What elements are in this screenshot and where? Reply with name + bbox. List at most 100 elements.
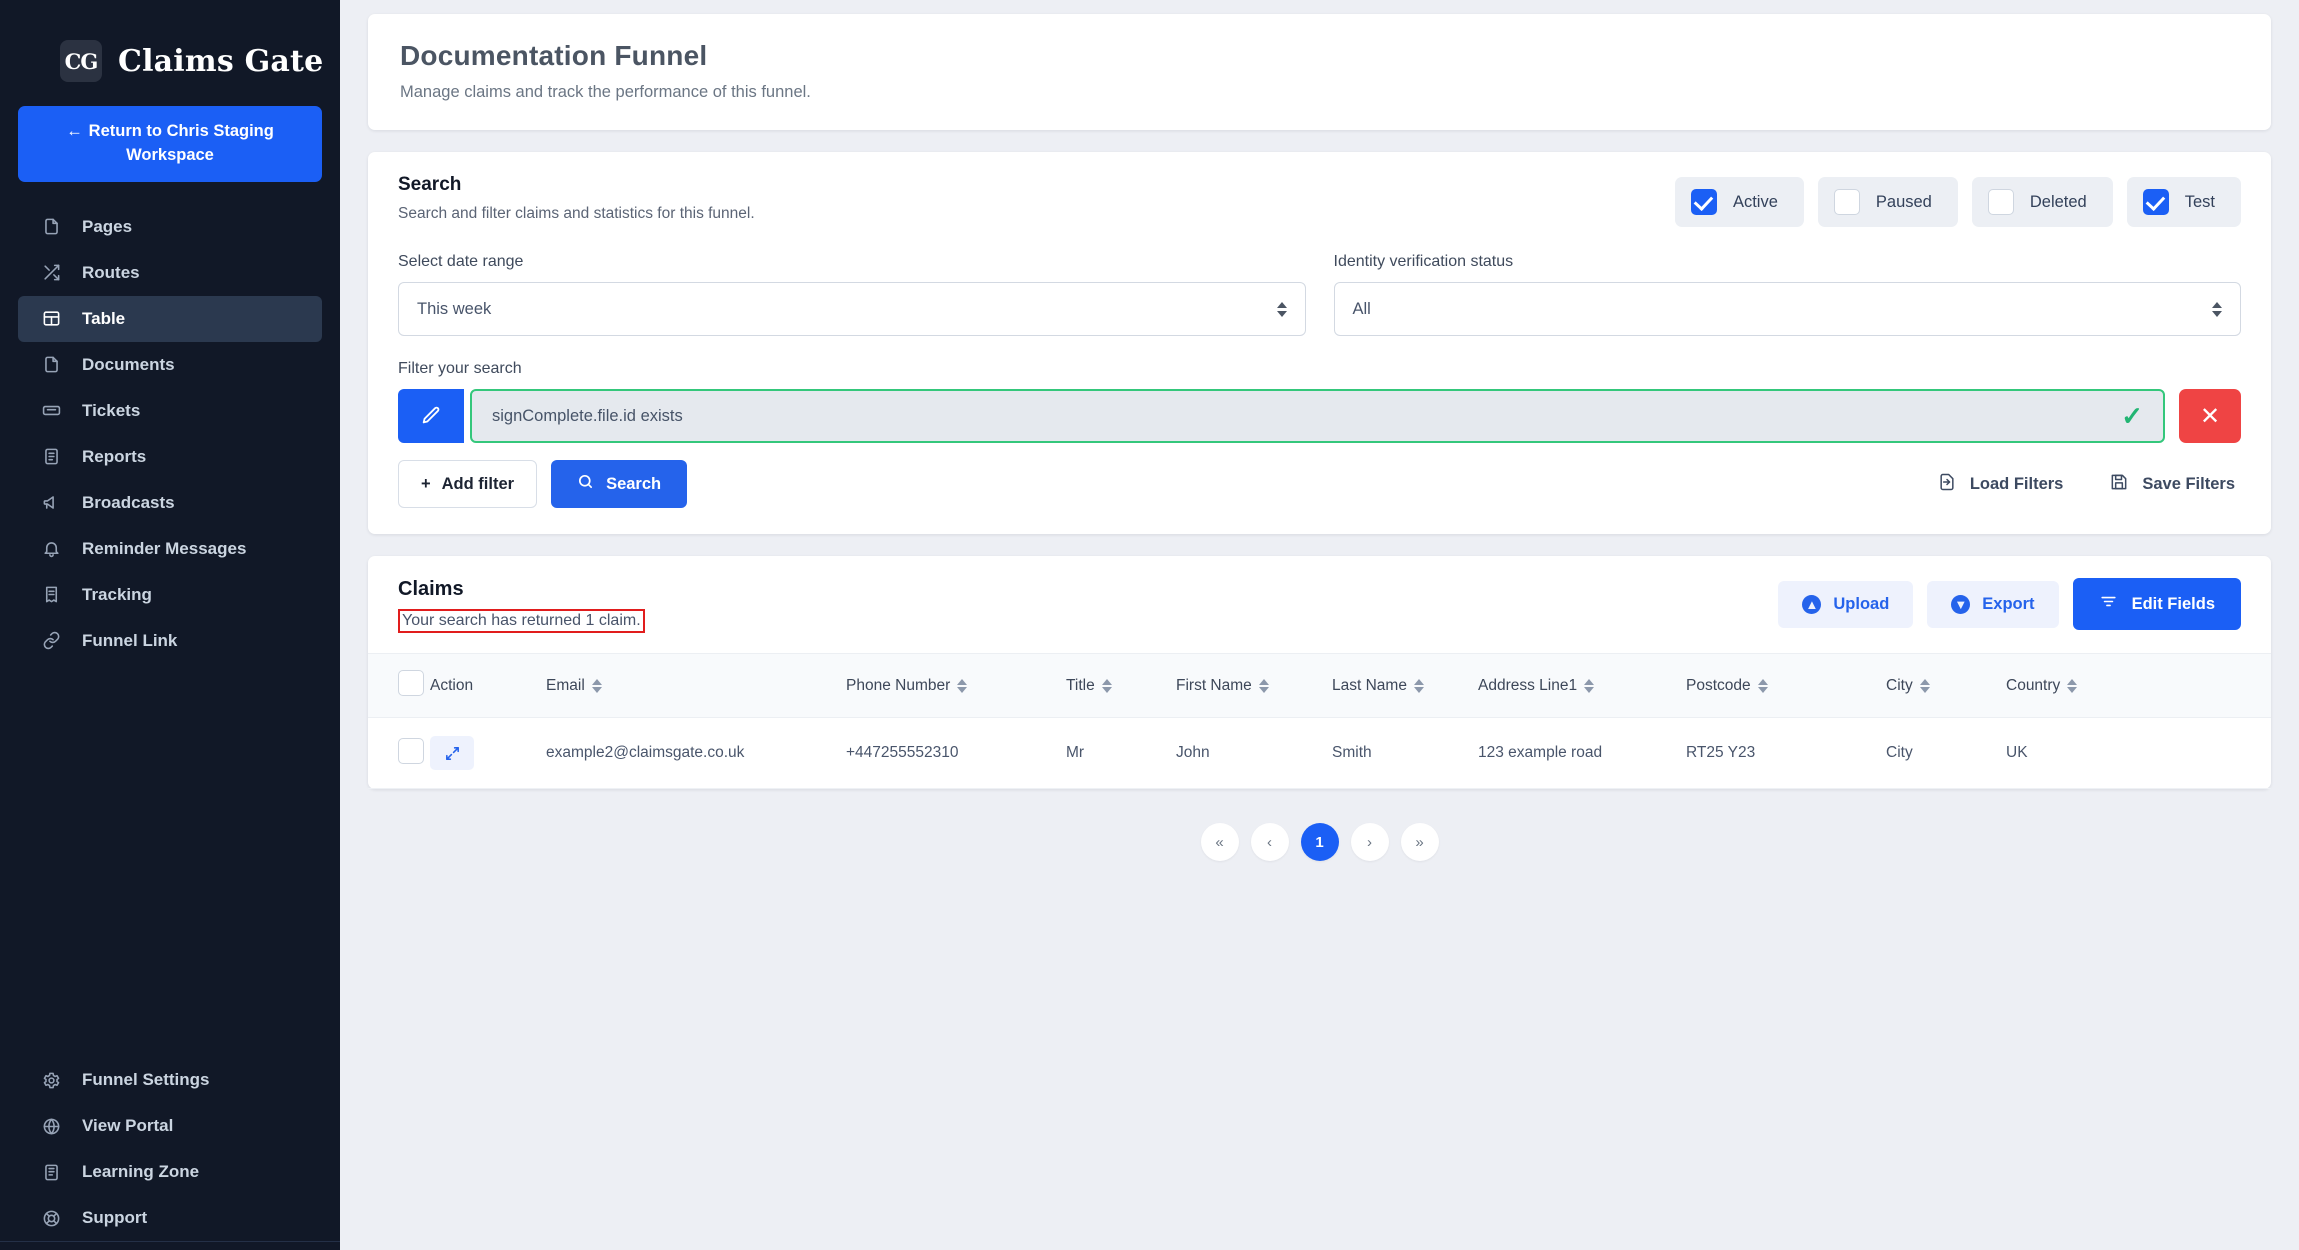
- sidebar-item-label: Funnel Link: [82, 630, 178, 650]
- checkbox-active[interactable]: [1690, 189, 1717, 215]
- column-header-title[interactable]: Title: [1066, 654, 1176, 718]
- column-header-last-name[interactable]: Last Name: [1332, 654, 1478, 718]
- column-header-first-name[interactable]: First Name: [1176, 654, 1332, 718]
- cell-last-name: Smith: [1332, 744, 1372, 761]
- sidebar-item-funnel-link[interactable]: Funnel Link: [18, 618, 322, 664]
- add-filter-button[interactable]: + Add filter: [398, 460, 538, 508]
- delete-filter-button[interactable]: ✕: [2179, 389, 2241, 443]
- sidebar-item-label: Reminder Messages: [82, 538, 247, 558]
- sidebar-bottom-nav: Funnel Settings View Portal Learning Zon…: [0, 1057, 340, 1250]
- pagination-first[interactable]: «: [1200, 823, 1239, 861]
- sidebar-item-pages[interactable]: Pages: [18, 204, 322, 250]
- load-file-icon: [1937, 472, 1957, 497]
- column-header-address-line1[interactable]: Address Line1: [1478, 654, 1686, 718]
- save-filters-button[interactable]: Save Filters: [2109, 472, 2235, 497]
- column-label: Email: [546, 676, 585, 694]
- sort-icon[interactable]: [1101, 678, 1112, 693]
- filter-input[interactable]: signComplete.file.id exists ✓: [470, 389, 2165, 443]
- sort-icon[interactable]: [1258, 678, 1269, 693]
- sort-icon[interactable]: [1757, 678, 1768, 693]
- claims-table-body: example2@claimsgate.co.uk +447255552310 …: [368, 718, 2271, 789]
- cell-postcode: RT25 Y23: [1686, 744, 1756, 761]
- sort-icon[interactable]: [1413, 678, 1424, 693]
- download-icon: ▼: [1951, 594, 1971, 614]
- edit-fields-label: Edit Fields: [2131, 594, 2215, 613]
- sidebar-item-label: Reports: [82, 446, 147, 466]
- sort-icon[interactable]: [957, 678, 968, 693]
- checkbox-test[interactable]: [2142, 189, 2169, 215]
- identity-status-select[interactable]: All: [1333, 282, 2241, 336]
- sidebar-item-label: Pages: [82, 216, 133, 236]
- date-range-label: Select date range: [398, 253, 524, 270]
- sidebar-item-support[interactable]: Support: [18, 1195, 322, 1241]
- filter-value: signComplete.file.id exists: [492, 406, 683, 425]
- chip-label: Active: [1732, 192, 1778, 211]
- status-chip-paused[interactable]: Paused: [1817, 177, 1958, 227]
- identity-status-field: Identity verification status All: [1333, 253, 2241, 336]
- main-content: Documentation Funnel Manage claims and t…: [340, 0, 2299, 1250]
- edit-fields-button[interactable]: Edit Fields: [2072, 578, 2241, 630]
- globe-icon: [40, 1115, 62, 1137]
- cell-email: example2@claimsgate.co.uk: [546, 744, 745, 761]
- pagination-next[interactable]: ›: [1350, 823, 1389, 861]
- sidebar-item-view-portal[interactable]: View Portal: [18, 1103, 322, 1149]
- upload-button[interactable]: ▲ Upload: [1778, 580, 1914, 628]
- sort-icon[interactable]: [1919, 678, 1930, 693]
- date-range-value: This week: [417, 299, 492, 318]
- pagination-page-1[interactable]: 1: [1300, 823, 1339, 861]
- search-result-count: Your search has returned 1 claim.: [398, 609, 645, 633]
- sort-icon[interactable]: [1584, 678, 1595, 693]
- sort-icon[interactable]: [2067, 678, 2078, 693]
- status-chip-test[interactable]: Test: [2126, 177, 2241, 227]
- search-subtitle: Search and filter claims and statistics …: [398, 205, 755, 222]
- column-header-postcode[interactable]: Postcode: [1686, 654, 1886, 718]
- sidebar-item-tracking[interactable]: Tracking: [18, 572, 322, 618]
- export-button[interactable]: ▼ Export: [1927, 580, 2059, 628]
- chevron-updown-icon: [1276, 301, 1287, 317]
- chip-label: Deleted: [2029, 192, 2087, 211]
- column-header-country[interactable]: Country: [2006, 654, 2271, 718]
- select-all-checkbox[interactable]: [398, 670, 424, 696]
- column-header-city[interactable]: City: [1886, 654, 2006, 718]
- load-filters-button[interactable]: Load Filters: [1937, 472, 2063, 497]
- claims-table-head: Action Email Phone Number Title First Na: [368, 653, 2271, 718]
- cell-city: City: [1886, 744, 1913, 761]
- column-header-email[interactable]: Email: [546, 654, 846, 718]
- checkbox-deleted[interactable]: [1987, 189, 2014, 215]
- sidebar-item-documents[interactable]: Documents: [18, 342, 322, 388]
- sidebar-item-table[interactable]: Table: [18, 295, 322, 342]
- search-button[interactable]: Search: [551, 460, 688, 508]
- sidebar-item-broadcasts[interactable]: Broadcasts: [18, 480, 322, 526]
- sidebar-item-tickets[interactable]: Tickets: [18, 388, 322, 434]
- brand: CG Claims Gate: [0, 0, 340, 96]
- search-title: Search: [398, 174, 462, 195]
- sidebar-item-learning-zone[interactable]: Learning Zone: [18, 1149, 322, 1195]
- sidebar-item-reports[interactable]: Reports: [18, 434, 322, 480]
- sidebar: CG Claims Gate ← Return to Chris Staging …: [0, 0, 340, 1250]
- pagination-prev[interactable]: ‹: [1250, 823, 1289, 861]
- pagination-last[interactable]: »: [1400, 823, 1439, 861]
- cell-country: UK: [2006, 744, 2028, 761]
- claims-card: Claims Your search has returned 1 claim.…: [368, 556, 2271, 789]
- sidebar-item-reminder-messages[interactable]: Reminder Messages: [18, 526, 322, 572]
- status-chip-active[interactable]: Active: [1674, 177, 1804, 227]
- return-to-workspace-button[interactable]: ← Return to Chris Staging Workspace: [18, 106, 322, 182]
- chevron-updown-icon: [2212, 301, 2222, 317]
- column-header-action: Action: [430, 654, 546, 718]
- claims-header: Claims Your search has returned 1 claim.…: [368, 556, 2271, 653]
- expand-icon[interactable]: [430, 736, 474, 770]
- pencil-icon[interactable]: [398, 389, 464, 443]
- row-checkbox[interactable]: [398, 737, 424, 764]
- column-label: Postcode: [1686, 676, 1751, 694]
- cell-title: Mr: [1066, 744, 1085, 761]
- sidebar-item-label: Documents: [82, 354, 175, 374]
- sidebar-item-funnel-settings[interactable]: Funnel Settings: [18, 1057, 322, 1103]
- table-row[interactable]: example2@claimsgate.co.uk +447255552310 …: [368, 718, 2271, 789]
- date-range-select[interactable]: This week: [398, 282, 1306, 336]
- sort-icon[interactable]: [591, 678, 602, 693]
- sidebar-item-routes[interactable]: Routes: [18, 250, 322, 296]
- checkbox-paused[interactable]: [1833, 189, 1860, 215]
- column-header-phone-number[interactable]: Phone Number: [846, 654, 1066, 718]
- status-chip-deleted[interactable]: Deleted: [1971, 177, 2113, 227]
- divider: [0, 1241, 340, 1242]
